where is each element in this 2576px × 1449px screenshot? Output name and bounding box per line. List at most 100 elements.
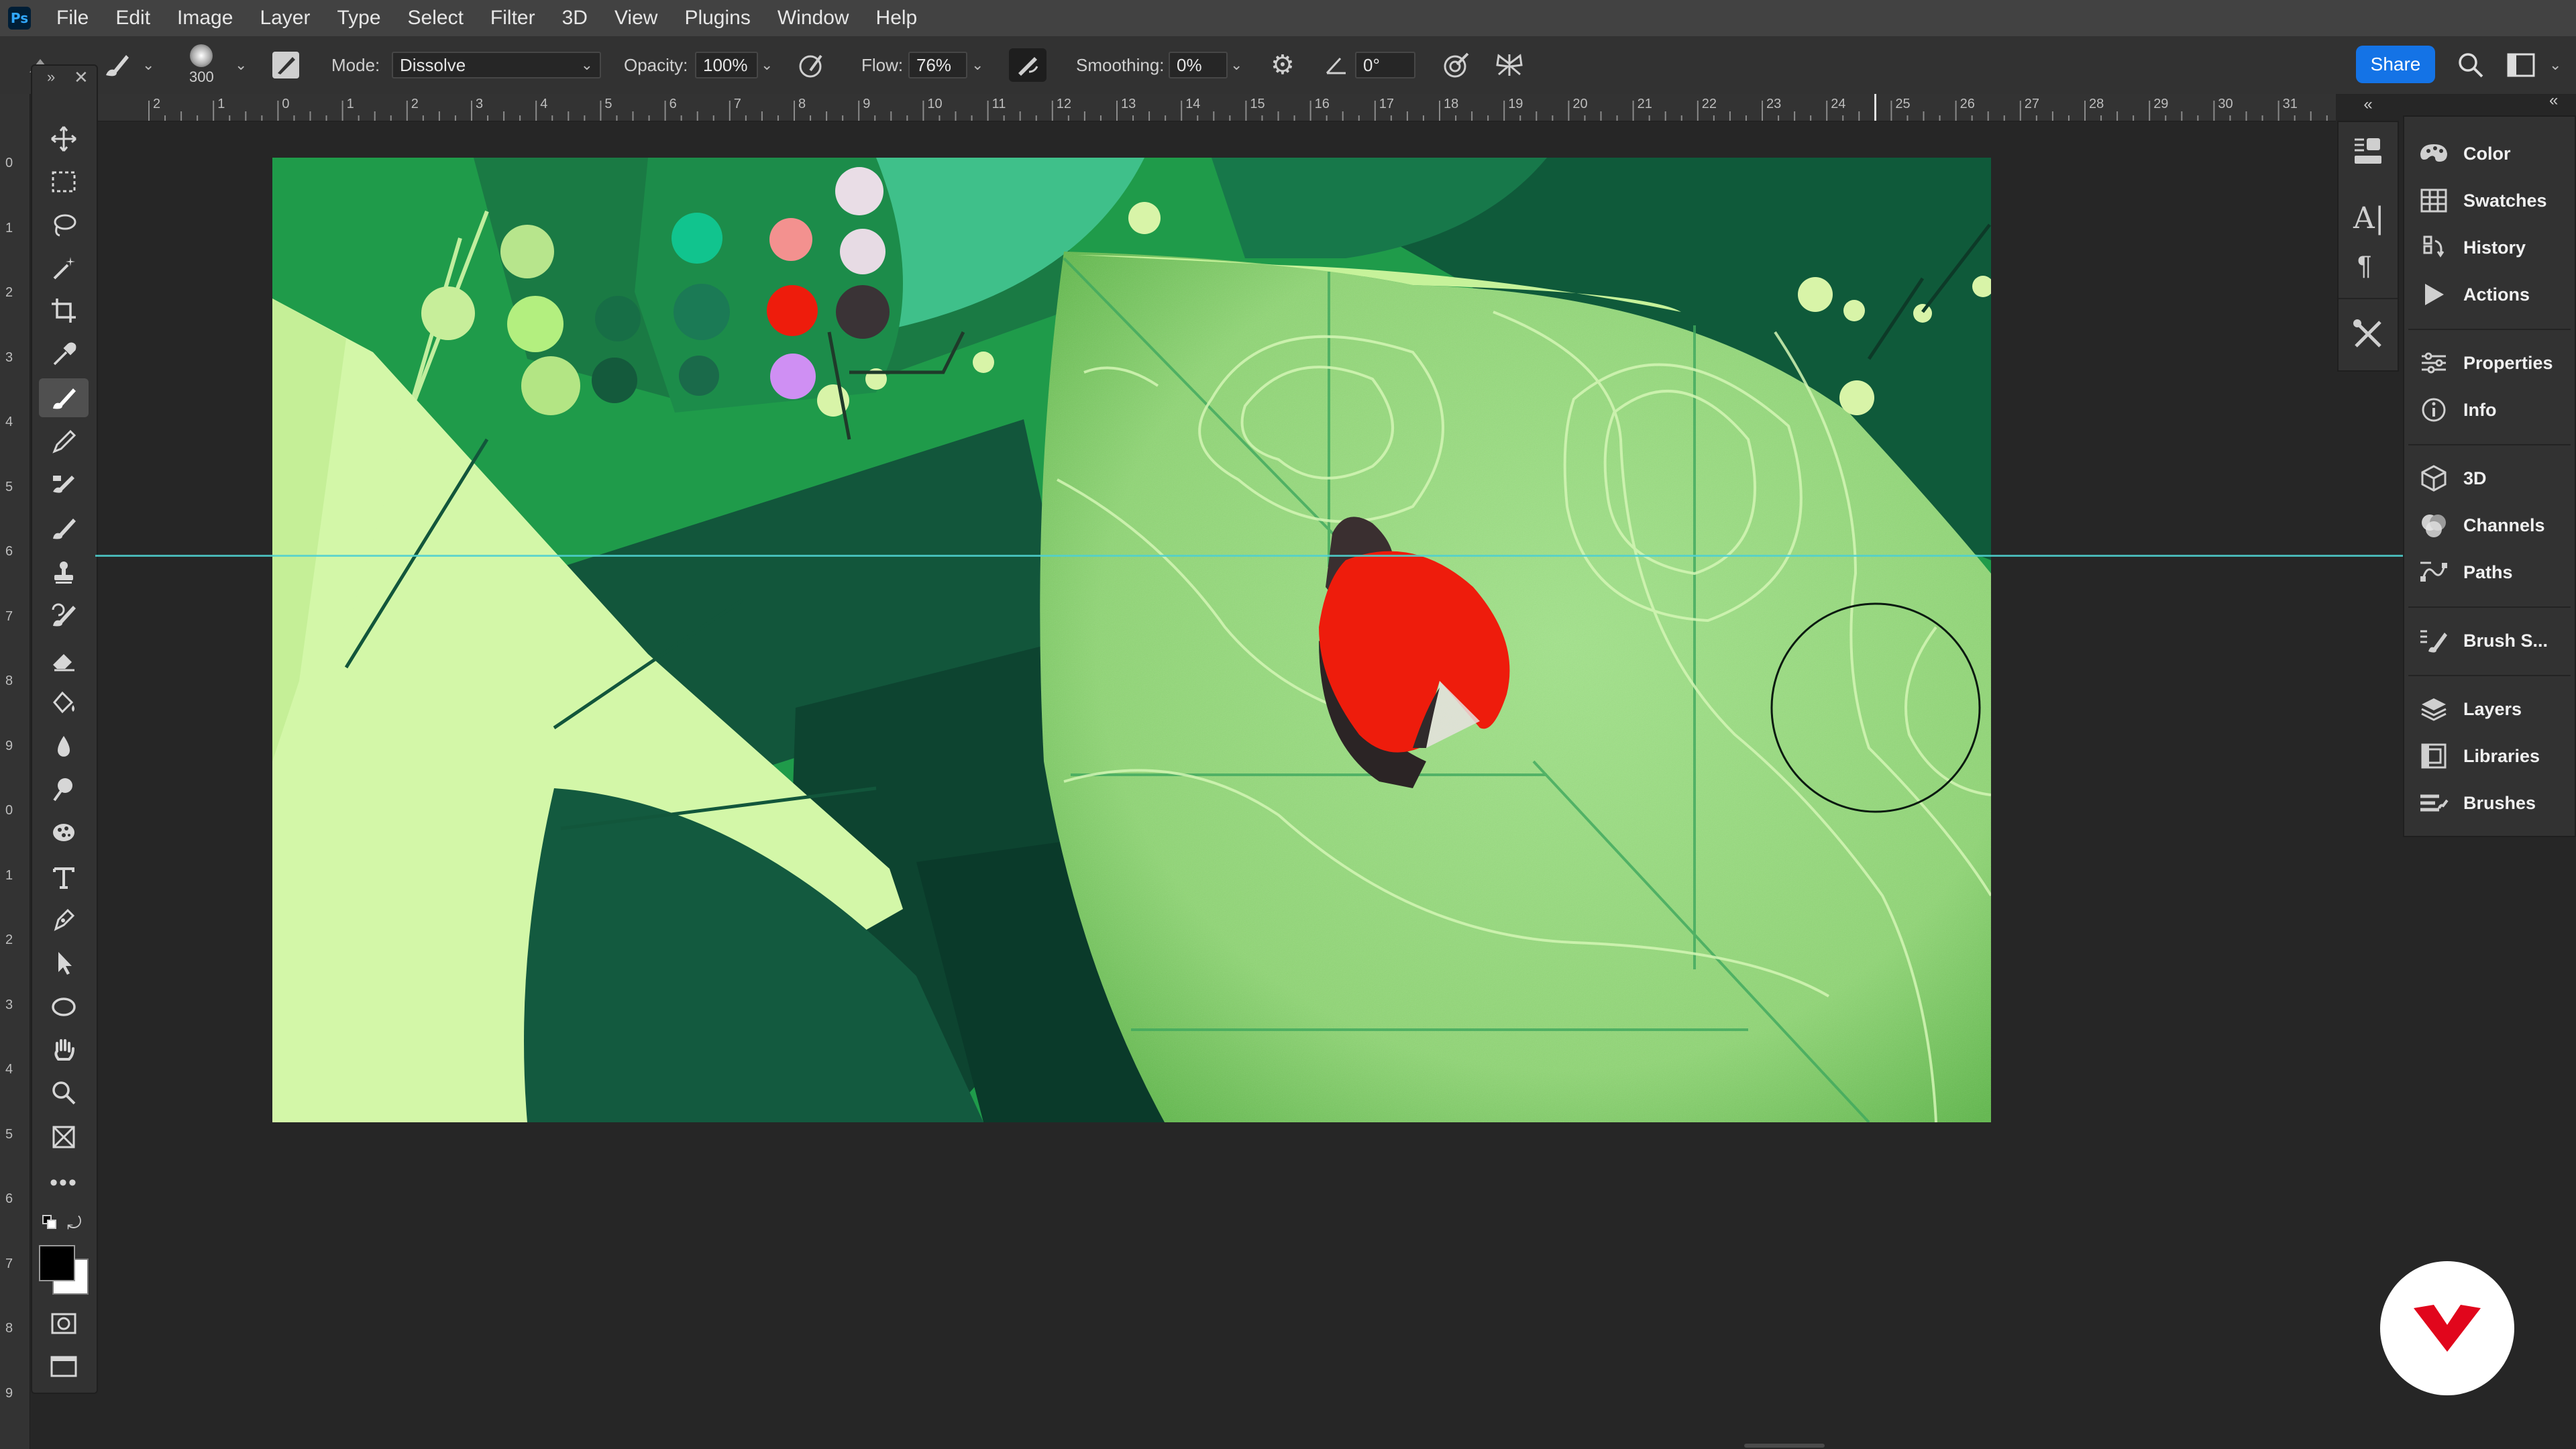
crop-tool-icon[interactable]	[39, 291, 89, 330]
menu-help[interactable]: Help	[863, 0, 931, 36]
marquee-tool-icon[interactable]	[39, 162, 89, 201]
default-colors-icon[interactable]	[42, 1214, 58, 1234]
path-selection-tool-icon[interactable]	[39, 943, 89, 982]
hand-tool-icon[interactable]	[39, 1030, 89, 1069]
panel-brush-settings[interactable]: Brush S...	[2404, 617, 2575, 664]
character-panel-icon[interactable]: A|	[2353, 201, 2385, 235]
panel-paths[interactable]: Paths	[2404, 549, 2575, 596]
expand-toolbar-icon[interactable]: »	[47, 68, 55, 86]
eraser-tool-icon[interactable]	[39, 640, 89, 679]
chevron-down-icon[interactable]: ⌄	[2549, 36, 2561, 94]
foreground-color-swatch[interactable]	[39, 1245, 75, 1281]
quick-mask-icon[interactable]	[39, 1304, 89, 1343]
brush-angle-input[interactable]: 0°	[1355, 52, 1415, 78]
flow-input[interactable]: 76%	[908, 52, 967, 78]
mixer-brush-tool-icon[interactable]	[39, 508, 89, 547]
panel-paths-label: Paths	[2463, 561, 2513, 582]
blur-tool-icon[interactable]	[39, 727, 89, 766]
glyphs-stamp-icon[interactable]	[2351, 134, 2385, 172]
blend-mode-dropdown[interactable]: Dissolve ⌄	[392, 52, 601, 78]
lasso-tool-icon[interactable]	[39, 205, 89, 244]
swap-colors-icon[interactable]: ⤾	[67, 1213, 82, 1234]
menu-select[interactable]: Select	[394, 0, 477, 36]
tool-presets-icon[interactable]	[2351, 317, 2385, 355]
horizontal-guide-line[interactable]	[95, 555, 2403, 557]
type-tool-icon[interactable]	[39, 857, 89, 896]
chevron-down-icon[interactable]: ⌄	[1230, 36, 1242, 94]
menu-filter[interactable]: Filter	[477, 0, 549, 36]
pressure-size-icon[interactable]	[1441, 36, 1472, 94]
clone-stamp-brush-icon[interactable]	[39, 466, 89, 504]
smoothing-input[interactable]: 0%	[1169, 52, 1228, 78]
ruler-left-label: 7	[5, 608, 13, 624]
menu-view[interactable]: View	[601, 0, 671, 36]
pen-tool-icon[interactable]	[39, 900, 89, 939]
airbrush-toggle-icon[interactable]	[1009, 36, 1046, 94]
clone-stamp-tool-icon[interactable]	[39, 553, 89, 592]
zoom-tool-icon[interactable]	[39, 1073, 89, 1112]
collapse-dock-icon[interactable]: «	[2549, 91, 2558, 110]
ruler-top-label: 25	[1895, 97, 1911, 111]
ruler-top-label: 8	[798, 97, 806, 111]
smoothing-options-gear-icon[interactable]: ⚙	[1271, 36, 1295, 94]
menu-window[interactable]: Window	[764, 0, 863, 36]
close-toolbar-icon[interactable]: ✕	[74, 67, 89, 88]
panel-actions[interactable]: Actions	[2404, 271, 2575, 318]
history-brush-tool-icon[interactable]	[39, 596, 89, 635]
menu-file[interactable]: File	[43, 0, 102, 36]
menu-type[interactable]: Type	[323, 0, 394, 36]
menu-image[interactable]: Image	[164, 0, 246, 36]
move-tool-icon[interactable]	[39, 119, 89, 158]
panel-brushes[interactable]: Brushes	[2404, 780, 2575, 826]
brush-tool-icon[interactable]	[39, 378, 89, 417]
panel-channels[interactable]: Channels	[2404, 502, 2575, 549]
chevron-down-icon[interactable]: ⌄	[971, 36, 983, 94]
photoshop-logo-icon[interactable]: Ps	[8, 7, 31, 30]
panel-history[interactable]: History	[2404, 224, 2575, 271]
tools-panel: » ✕ ••• ⤾	[31, 64, 98, 1394]
chevron-down-icon[interactable]: ⌄	[235, 36, 247, 94]
collapse-panels-icon[interactable]: «	[2339, 95, 2398, 119]
panel-swatches[interactable]: Swatches	[2404, 177, 2575, 224]
properties-sliders-icon	[2404, 351, 2463, 375]
ellipse-tool-icon[interactable]	[39, 987, 89, 1026]
more-tools-icon[interactable]: •••	[39, 1163, 89, 1202]
ruler-horizontal[interactable]: 2 1 0 1 2 3 4 5 6 7 8 9 10 11 12 13 14 15 16 17 18 19 20 21 22 23…	[95, 94, 2336, 121]
menu-3d[interactable]: 3D	[549, 0, 601, 36]
brush-settings-toggle-icon[interactable]	[271, 36, 301, 94]
panel-swatches-label: Swatches	[2463, 190, 2547, 211]
dodge-tool-icon[interactable]	[39, 770, 89, 809]
magic-wand-tool-icon[interactable]	[39, 248, 89, 287]
workspace-switcher-icon[interactable]	[2506, 36, 2536, 94]
screen-mode-icon[interactable]	[39, 1347, 89, 1386]
panel-libraries[interactable]: Libraries	[2404, 733, 2575, 780]
frame-tool-icon[interactable]	[39, 1118, 89, 1157]
chevron-down-icon[interactable]: ⌄	[761, 36, 773, 94]
paint-bucket-tool-icon[interactable]	[39, 683, 89, 722]
brush-tool-preset-icon[interactable]	[101, 36, 131, 94]
chevron-down-icon[interactable]: ⌄	[142, 36, 154, 94]
brush-size-preview[interactable]: 300	[189, 36, 214, 94]
scroll-indicator[interactable]	[1744, 1444, 1825, 1448]
ruler-left-label: 5	[5, 479, 13, 494]
menu-plugins[interactable]: Plugins	[671, 0, 763, 36]
panel-properties[interactable]: Properties	[2404, 339, 2575, 386]
pencil-tool-icon[interactable]	[39, 423, 89, 462]
panel-color[interactable]: Color	[2404, 130, 2575, 177]
paragraph-panel-icon[interactable]: ¶	[2357, 251, 2371, 281]
share-button[interactable]: Share	[2356, 46, 2435, 83]
panel-history-label: History	[2463, 237, 2526, 258]
ruler-vertical[interactable]: 0 1 2 3 4 5 6 7 8 9 0 1 2 3 4 5 6 7 8 9	[0, 94, 30, 1449]
sponge-tool-icon[interactable]	[39, 813, 89, 852]
pressure-opacity-icon[interactable]	[797, 36, 826, 94]
panel-3d[interactable]: 3D	[2404, 455, 2575, 502]
eyedropper-tool-icon[interactable]	[39, 335, 89, 374]
search-icon[interactable]	[2457, 36, 2485, 94]
menu-edit[interactable]: Edit	[102, 0, 164, 36]
symmetry-butterfly-icon[interactable]	[1493, 36, 1525, 94]
document-canvas[interactable]	[272, 158, 1991, 1122]
menu-layer[interactable]: Layer	[246, 0, 323, 36]
panel-info[interactable]: Info	[2404, 386, 2575, 433]
opacity-input[interactable]: 100%	[695, 52, 758, 78]
panel-layers[interactable]: Layers	[2404, 686, 2575, 733]
